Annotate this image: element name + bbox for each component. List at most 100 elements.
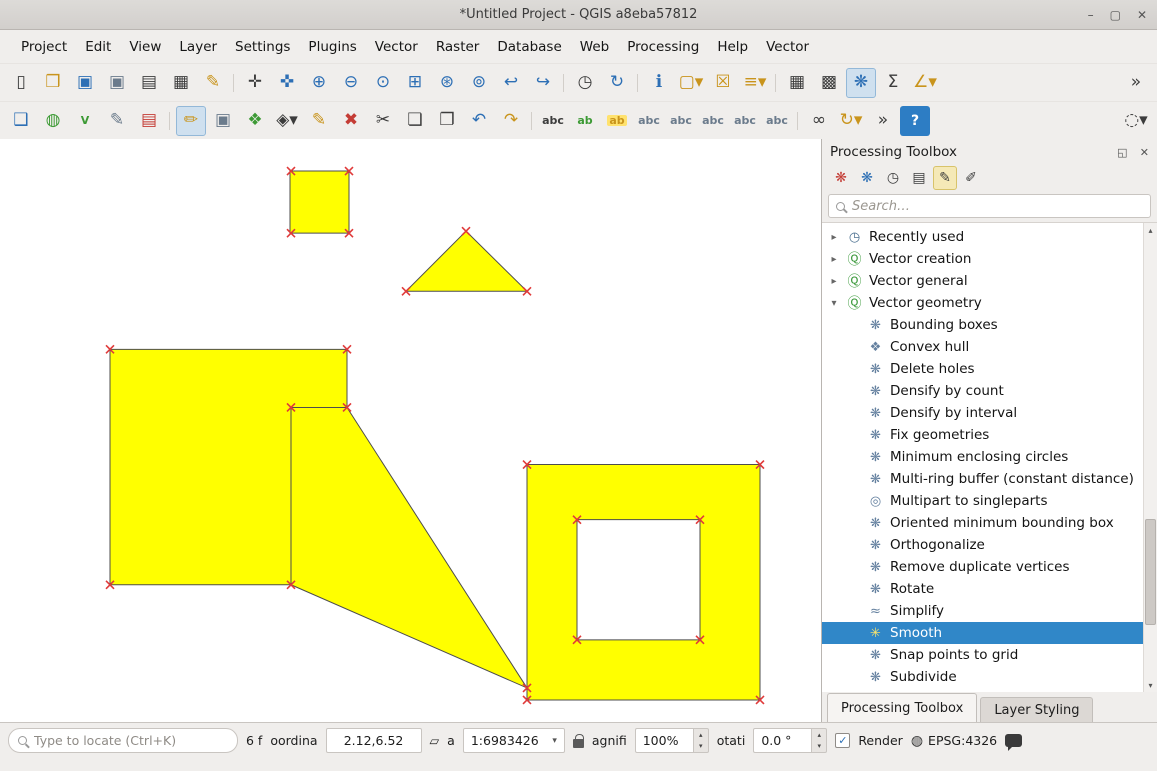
locate-input[interactable] xyxy=(34,733,228,748)
toggle-extents-icon[interactable]: ▱ xyxy=(430,733,440,748)
layer-labeling-icon[interactable]: abc xyxy=(538,106,568,136)
temporal-controller-icon[interactable]: ◷ xyxy=(570,68,600,98)
tree-item-multi-ring-buffer[interactable]: ❋ Multi-ring buffer (constant distance) xyxy=(822,468,1143,490)
tree-item-remove-duplicate-vertices[interactable]: ❋ Remove duplicate vertices xyxy=(822,556,1143,578)
undo-icon[interactable]: ↶ xyxy=(464,106,494,136)
spin-up-icon[interactable]: ▴ xyxy=(812,729,826,741)
save-project-icon[interactable]: ▣ xyxy=(70,68,100,98)
coordinate-box[interactable]: 2.12,6.52 xyxy=(326,728,422,753)
crs-status[interactable]: ◍ EPSG:4326 xyxy=(911,733,997,749)
tree-item-simplify[interactable]: ≈ Simplify xyxy=(822,600,1143,622)
tree-item-vector-creation[interactable]: ▸ Ⓠ Vector creation xyxy=(822,248,1143,270)
save-layer-edits-icon[interactable]: ▣ xyxy=(208,106,238,136)
move-label-icon[interactable]: abc xyxy=(698,106,728,136)
current-edits-icon[interactable]: ▤ xyxy=(134,106,164,136)
tree-item-densify-by-count[interactable]: ❋ Densify by count xyxy=(822,380,1143,402)
add-polygon-feature-icon[interactable]: ❖ xyxy=(240,106,270,136)
menu-raster[interactable]: Raster xyxy=(427,34,489,60)
paste-features-icon[interactable]: ❐ xyxy=(432,106,462,136)
magnifier-spin-arrows[interactable]: ▴ ▾ xyxy=(693,728,709,753)
zoom-out-icon[interactable]: ⊖ xyxy=(336,68,366,98)
select-features-icon[interactable]: ▢▾ xyxy=(676,68,706,98)
open-attribute-table-icon[interactable]: ▦ xyxy=(782,68,812,98)
tree-item-vector-geometry[interactable]: ▾ Ⓠ Vector geometry xyxy=(822,292,1143,314)
scroll-down-icon[interactable]: ▾ xyxy=(1144,678,1157,692)
spin-up-icon[interactable]: ▴ xyxy=(694,729,708,741)
copy-features-icon[interactable]: ❏ xyxy=(400,106,430,136)
tree-item-delete-holes[interactable]: ❋ Delete holes xyxy=(822,358,1143,380)
toolbar-overflow-icon[interactable]: » xyxy=(1121,68,1151,98)
menu-settings[interactable]: Settings xyxy=(226,34,299,60)
show-pinned-labels-icon[interactable]: abc xyxy=(666,106,696,136)
menu-edit[interactable]: Edit xyxy=(76,34,120,60)
rotate-label-icon[interactable]: abc xyxy=(730,106,760,136)
options-icon[interactable]: ✐ xyxy=(959,166,983,190)
data-source-manager-icon[interactable]: ❑ xyxy=(6,106,36,136)
expander-icon[interactable]: ▸ xyxy=(828,232,840,243)
tree-item-multipart-to-singleparts[interactable]: ◎ Multipart to singleparts xyxy=(822,490,1143,512)
tree-item-minimum-enclosing-circles[interactable]: ❋ Minimum enclosing circles xyxy=(822,446,1143,468)
change-label-properties-icon[interactable]: abc xyxy=(762,106,792,136)
render-checkbox[interactable]: ✓ xyxy=(835,733,850,748)
tree-item-convex-hull[interactable]: ❖ Convex hull xyxy=(822,336,1143,358)
zoom-next-icon[interactable]: ↪ xyxy=(528,68,558,98)
tree-item-densify-by-interval[interactable]: ❋ Densify by interval xyxy=(822,402,1143,424)
tree-scrollbar[interactable]: ▴ ▾ xyxy=(1143,223,1157,692)
history-icon[interactable]: ◷ xyxy=(881,166,905,190)
tree-item-recently-used[interactable]: ▸ ◷ Recently used xyxy=(822,226,1143,248)
scale-combo[interactable]: 1:6983426 ▾ xyxy=(463,728,565,753)
toggle-editing-icon[interactable]: ✏ xyxy=(176,106,206,136)
tree-item-oriented-minimum-bounding-box[interactable]: ❋ Oriented minimum bounding box xyxy=(822,512,1143,534)
zoom-to-layer-icon[interactable]: ⊚ xyxy=(464,68,494,98)
add-web-layer-icon[interactable]: ◍ xyxy=(38,106,68,136)
save-project-as-icon[interactable]: ▣ xyxy=(102,68,132,98)
redo-icon[interactable]: ↷ xyxy=(496,106,526,136)
statistics-icon[interactable]: Σ xyxy=(878,68,908,98)
toolbar2-overflow-icon[interactable]: » xyxy=(868,106,898,136)
delete-selected-icon[interactable]: ✖ xyxy=(336,106,366,136)
scrollbar-thumb[interactable] xyxy=(1145,519,1156,625)
menu-view[interactable]: View xyxy=(120,34,170,60)
messages-icon[interactable] xyxy=(1005,734,1022,747)
results-viewer-icon[interactable]: ▤ xyxy=(907,166,931,190)
modify-attributes-icon[interactable]: ✎ xyxy=(304,106,334,136)
field-calculator-icon[interactable]: ▩ xyxy=(814,68,844,98)
menu-database[interactable]: Database xyxy=(488,34,570,60)
zoom-to-selection-icon[interactable]: ⊛ xyxy=(432,68,462,98)
style-manager-icon[interactable]: ✎ xyxy=(198,68,228,98)
refresh-map-icon[interactable]: ↻ xyxy=(602,68,632,98)
tree-item-rotate[interactable]: ❋ Rotate xyxy=(822,578,1143,600)
close-icon[interactable]: ✕ xyxy=(1137,8,1147,22)
menu-help[interactable]: Help xyxy=(708,34,757,60)
toolbox-search[interactable] xyxy=(828,194,1151,218)
menu-web[interactable]: Web xyxy=(571,34,618,60)
tree-item-smooth[interactable]: ✳ Smooth xyxy=(822,622,1143,644)
edit-features-inplace-icon[interactable]: ✎ xyxy=(933,166,957,190)
rotation-spinner[interactable]: 0.0 ° ▴ ▾ xyxy=(753,728,827,753)
menu-processing[interactable]: Processing xyxy=(618,34,708,60)
tab-processing-toolbox[interactable]: Processing Toolbox xyxy=(827,693,977,722)
panel-close-icon[interactable]: ✕ xyxy=(1140,146,1149,159)
expander-icon[interactable]: ▸ xyxy=(828,254,840,265)
panel-float-icon[interactable]: ◱ xyxy=(1117,146,1127,159)
maximize-icon[interactable]: ▢ xyxy=(1110,8,1121,22)
map-canvas[interactable] xyxy=(0,139,822,722)
models-icon[interactable]: ❋ xyxy=(829,166,853,190)
magnifier-spinner[interactable]: 100% ▴ ▾ xyxy=(635,728,709,753)
help-icon[interactable]: ? xyxy=(900,106,930,136)
plugin-reload-icon[interactable]: ↻▾ xyxy=(836,106,866,136)
tree-item-snap-points-to-grid[interactable]: ❋ Snap points to grid xyxy=(822,644,1143,666)
lock-icon[interactable] xyxy=(573,739,584,748)
toolbox-search-input[interactable] xyxy=(852,199,1143,214)
zoom-native-icon[interactable]: ⊙ xyxy=(368,68,398,98)
scripts-icon[interactable]: ❋ xyxy=(855,166,879,190)
menu-plugins[interactable]: Plugins xyxy=(299,34,365,60)
layer-diagram-icon[interactable]: ab xyxy=(570,106,600,136)
metasearch-icon[interactable]: ∞ xyxy=(804,106,834,136)
rotation-spin-arrows[interactable]: ▴ ▾ xyxy=(811,728,827,753)
scale-caret-icon[interactable]: ▾ xyxy=(552,736,557,746)
pin-labels-icon[interactable]: abc xyxy=(634,106,664,136)
select-by-expression-icon[interactable]: ≡▾ xyxy=(740,68,770,98)
pan-to-selection-icon[interactable]: ✜ xyxy=(272,68,302,98)
scrollbar-track[interactable] xyxy=(1144,237,1157,678)
